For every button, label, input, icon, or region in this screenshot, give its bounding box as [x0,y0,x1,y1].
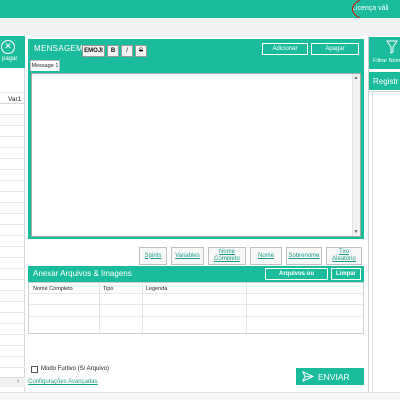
row-divider [29,316,363,317]
contacts-horizontal-scrollbar[interactable] [0,377,25,387]
row-divider [29,293,363,294]
insert-variables-button[interactable]: Variables [171,247,204,265]
send-button-label: ENVIAR [318,372,350,382]
insert-full-name-label-line1: Nome [218,249,235,255]
insert-surname-label: Sobrenome [288,252,320,259]
scroll-down-arrow-icon[interactable]: ▼ [352,228,360,236]
column-divider [142,283,143,333]
silent-mode-checkbox[interactable] [31,366,38,373]
registry-divider [369,91,400,92]
insert-random-text-label: Txo Aleatório [332,249,356,262]
attachments-title: Anexar Arquivos & Imagens [33,269,132,278]
close-circle-icon: ✕ [1,40,15,54]
scroll-right-arrow-icon[interactable]: › [17,377,19,387]
bold-button[interactable]: B [107,45,119,57]
insert-spints-button[interactable]: Spints [139,247,167,265]
insert-name-label: Nome [257,252,274,259]
insert-full-name-button[interactable]: Nome Completo [208,247,246,265]
column-header-full-name[interactable]: Nome Completo [33,286,73,292]
insert-spints-label: Spints [144,252,162,259]
message-vertical-scrollbar[interactable] [352,74,360,236]
emoji-button[interactable]: EMOJI [82,45,105,57]
column-divider [246,283,247,333]
clear-contacts-button[interactable]: ✕ pagar [0,38,24,68]
column-header-caption[interactable]: Legenda [146,286,167,292]
column-divider [99,283,100,333]
message-section-title: MENSAGEM [34,44,84,53]
strikethrough-button[interactable]: S [135,45,147,57]
var-column-header[interactable]: Var1 [8,96,21,103]
advanced-settings-link[interactable]: Configurações Avançadas [28,379,98,385]
row-divider [29,304,363,305]
tab-message-1[interactable]: Message 1 [30,60,60,71]
insert-random-text-button[interactable]: Txo Aleatório [326,247,362,265]
insert-surname-button[interactable]: Sobrenome [286,247,322,265]
message-textarea[interactable] [31,73,361,237]
scroll-up-arrow-icon[interactable]: ▲ [352,74,360,82]
insert-full-name-label-line2: Completo [214,256,240,262]
registry-title: Registr [373,77,399,86]
toolbar-strip [0,18,400,36]
contacts-grid[interactable] [0,92,25,374]
add-message-button[interactable]: Adicionar [262,43,308,55]
funnel-icon [386,40,398,54]
silent-mode-label[interactable]: Modo Furtivo (S/ Arquivo) [41,366,109,372]
status-bar [0,392,400,400]
attachments-table[interactable] [28,282,364,334]
registry-list-border [372,92,373,392]
paper-plane-icon [302,371,314,382]
clear-contacts-label: pagar [2,56,18,62]
filter-numbers-label: Filtrar Núm [373,58,400,64]
clear-attachments-button[interactable]: Limpar [331,268,361,280]
insert-name-button[interactable]: Nome [250,247,282,265]
column-header-type[interactable]: Tipo [103,286,114,292]
insert-variables-label: Variables [175,252,200,259]
italic-button[interactable]: I [121,45,133,57]
delete-message-button[interactable]: Apagar [311,43,359,55]
attach-files-button[interactable]: Arquivos ou [265,268,328,280]
title-bar [0,0,400,18]
